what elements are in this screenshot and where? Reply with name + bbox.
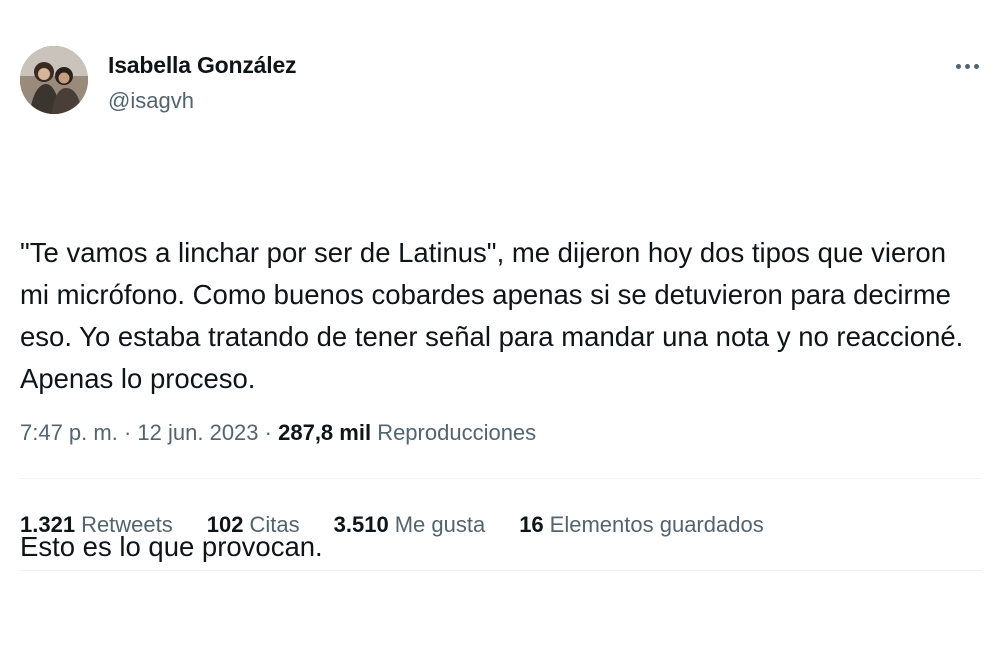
tweet-stats: 1.321 Retweets 102 Citas 3.510 Me gusta 16 E…: [20, 512, 798, 538]
meta-separator: ·: [264, 420, 272, 445]
divider: [20, 570, 982, 571]
stat-label: Me gusta: [394, 512, 486, 537]
dot: [955, 63, 961, 69]
author-handle[interactable]: @isagvh: [108, 88, 194, 114]
likes-stat[interactable]: 3.510 Me gusta: [334, 512, 486, 538]
tweet-text: "Te vamos a linchar por ser de Latinus",…: [20, 148, 970, 652]
tweet-header: Isabella González @isagvh: [20, 44, 980, 116]
tweet-time[interactable]: 7:47 p. m.: [20, 420, 118, 445]
bookmarks-stat[interactable]: 16 Elementos guardados: [519, 512, 764, 538]
author-name[interactable]: Isabella González: [108, 52, 297, 79]
stat-label: Retweets: [81, 512, 173, 537]
tweet-meta: 7:47 p. m. · 12 jun. 2023 · 287,8 mil Re…: [20, 420, 536, 446]
divider: [20, 478, 982, 479]
dot: [973, 63, 979, 69]
stat-label: Citas: [249, 512, 300, 537]
stat-count: 1.321: [20, 512, 76, 537]
stat-count: 16: [519, 512, 544, 537]
avatar-photo: [20, 46, 88, 114]
views-count: 287,8 mil: [278, 420, 372, 445]
stat-count: 3.510: [333, 512, 389, 537]
retweets-stat[interactable]: 1.321 Retweets: [20, 512, 173, 538]
quotes-stat[interactable]: 102 Citas: [207, 512, 300, 538]
dot: [964, 63, 970, 69]
views-label: Reproducciones: [377, 420, 537, 445]
stat-label: Elementos guardados: [549, 512, 764, 537]
stat-count: 102: [206, 512, 244, 537]
more-horizontal-icon[interactable]: [950, 54, 984, 78]
tweet-date[interactable]: 12 jun. 2023: [137, 420, 258, 445]
tweet: Isabella González @isagvh "Te vamos a li…: [0, 0, 995, 575]
meta-separator: ·: [123, 420, 132, 445]
tweet-paragraph: "Te vamos a linchar por ser de Latinus",…: [20, 237, 970, 394]
avatar[interactable]: [20, 46, 88, 114]
